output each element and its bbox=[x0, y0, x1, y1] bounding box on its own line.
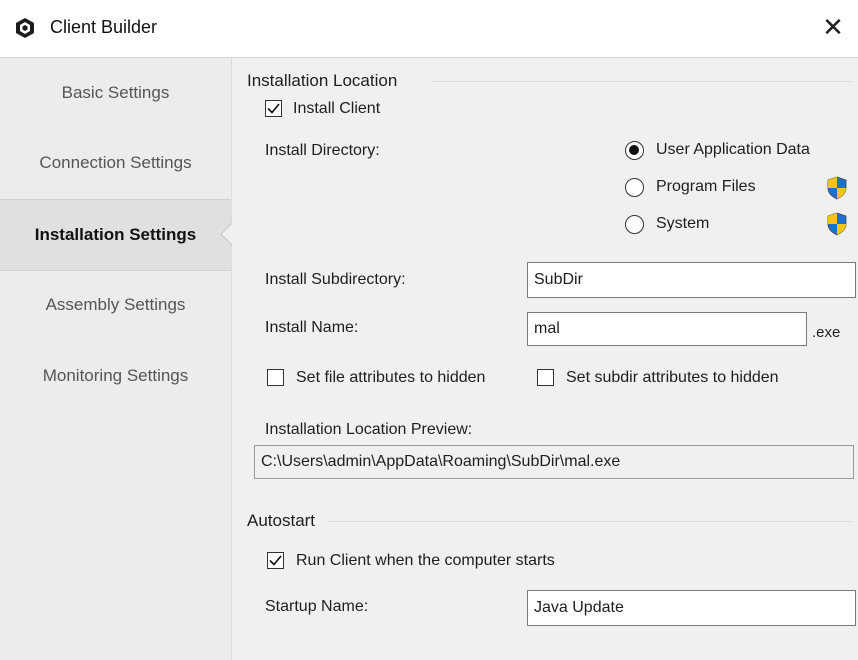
app-logo-icon bbox=[16, 18, 34, 38]
settings-sidebar: Basic Settings Connection Settings Insta… bbox=[0, 58, 232, 660]
selected-caret-icon bbox=[220, 223, 232, 245]
uac-shield-icon bbox=[827, 212, 847, 236]
close-icon[interactable]: ✕ bbox=[818, 12, 848, 42]
window-title: Client Builder bbox=[50, 17, 158, 37]
title-bar: Client Builder ✕ bbox=[0, 0, 858, 58]
sidebar-item-label: Assembly Settings bbox=[45, 295, 186, 314]
sidebar-item-label: Connection Settings bbox=[39, 153, 192, 172]
installation-location-group-title: Installation Location bbox=[247, 71, 398, 90]
exe-suffix-label: .exe bbox=[812, 324, 841, 341]
sidebar-item-label: Monitoring Settings bbox=[42, 366, 189, 385]
install-subdirectory-input[interactable]: SubDir bbox=[527, 262, 856, 298]
installation-preview-field: C:\Users\admin\AppData\Roaming\SubDir\ma… bbox=[254, 445, 854, 479]
install-name-label: Install Name: bbox=[265, 319, 359, 336]
radio-label-user-application-data: User Application Data bbox=[656, 141, 810, 158]
sidebar-item-assembly-settings[interactable]: Assembly Settings bbox=[0, 270, 231, 340]
install-directory-label: Install Directory: bbox=[265, 142, 380, 159]
group-divider bbox=[327, 521, 852, 522]
hide-subdir-attributes-checkbox[interactable] bbox=[537, 369, 554, 386]
startup-name-input[interactable]: Java Update bbox=[527, 590, 856, 626]
install-subdirectory-label: Install Subdirectory: bbox=[265, 271, 406, 288]
install-client-checkbox[interactable] bbox=[265, 100, 282, 117]
uac-shield-icon bbox=[827, 176, 847, 200]
install-client-label: Install Client bbox=[293, 100, 381, 117]
sidebar-item-basic-settings[interactable]: Basic Settings bbox=[0, 58, 231, 128]
check-icon bbox=[267, 103, 280, 114]
installation-settings-panel: Installation Location Install Client Ins… bbox=[232, 58, 858, 660]
group-divider bbox=[432, 81, 852, 82]
sidebar-item-monitoring-settings[interactable]: Monitoring Settings bbox=[0, 341, 231, 411]
sidebar-item-connection-settings[interactable]: Connection Settings bbox=[0, 128, 231, 198]
sidebar-item-label: Installation Settings bbox=[34, 225, 197, 244]
radio-label-system: System bbox=[656, 215, 710, 232]
installation-preview-label: Installation Location Preview: bbox=[265, 421, 473, 438]
check-icon bbox=[269, 555, 282, 566]
hide-file-attributes-checkbox[interactable] bbox=[267, 369, 284, 386]
install-name-input[interactable]: mal bbox=[527, 312, 807, 346]
run-on-startup-label: Run Client when the computer starts bbox=[296, 552, 555, 569]
radio-label-program-files: Program Files bbox=[656, 178, 756, 195]
autostart-group-title: Autostart bbox=[247, 511, 316, 530]
sidebar-item-label: Basic Settings bbox=[61, 83, 170, 102]
radio-program-files[interactable] bbox=[625, 178, 644, 197]
radio-system[interactable] bbox=[625, 215, 644, 234]
sidebar-item-installation-settings[interactable]: Installation Settings bbox=[0, 199, 232, 271]
hide-subdir-attributes-label: Set subdir attributes to hidden bbox=[566, 369, 779, 386]
run-on-startup-checkbox[interactable] bbox=[267, 552, 284, 569]
startup-name-label: Startup Name: bbox=[265, 598, 369, 615]
radio-selected-dot bbox=[629, 145, 639, 155]
radio-user-application-data[interactable] bbox=[625, 141, 644, 160]
hide-file-attributes-label: Set file attributes to hidden bbox=[296, 369, 486, 386]
